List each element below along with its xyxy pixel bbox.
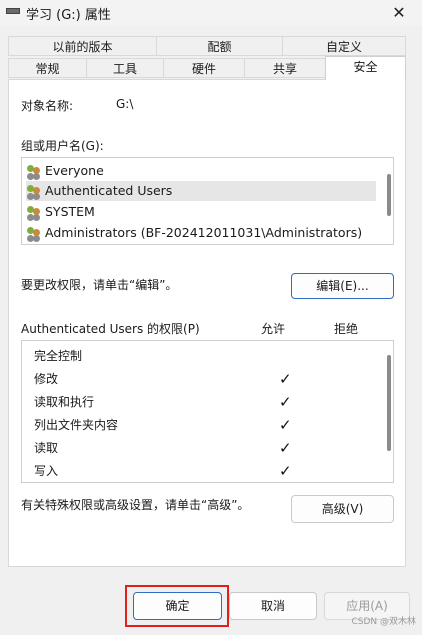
permission-name: 读取 xyxy=(34,441,59,455)
permission-row: 写入 ✓ xyxy=(34,460,334,482)
watermark: CSDN @双木林 xyxy=(351,617,416,627)
window-title: 学习 (G:) 属性 xyxy=(26,8,111,23)
close-button[interactable]: ✕ xyxy=(376,0,422,26)
permission-name: 写入 xyxy=(34,464,59,478)
users-icon xyxy=(26,205,42,220)
tab-customize[interactable]: 自定义 xyxy=(282,36,406,56)
edit-button[interactable]: 编辑(E)... xyxy=(291,273,394,299)
deny-header: 拒绝 xyxy=(334,322,359,336)
groups-scrollbar[interactable] xyxy=(387,174,391,216)
permission-row: 读取 ✓ xyxy=(34,437,334,459)
permission-row: 列出文件夹内容 ✓ xyxy=(34,414,334,436)
title-bar: 学习 (G:) 属性 ✕ xyxy=(0,0,422,26)
permissions-listbox[interactable]: 完全控制 修改 ✓ 读取和执行 ✓ 列出文件夹内容 ✓ 读取 ✓ 写入 ✓ xyxy=(21,340,394,483)
groups-listbox[interactable]: Everyone Authenticated Users SYSTEM Admi… xyxy=(21,157,394,245)
permission-name: 读取和执行 xyxy=(34,395,95,409)
allow-check-icon: ✓ xyxy=(279,462,292,480)
permission-row: 修改 ✓ xyxy=(34,368,334,390)
permissions-label: Authenticated Users 的权限(P) xyxy=(21,322,200,336)
permission-name: 列出文件夹内容 xyxy=(34,418,119,432)
tab-hardware[interactable]: 硬件 xyxy=(163,58,245,78)
permission-name: 完全控制 xyxy=(34,349,83,363)
groups-label: 组或用户名(G): xyxy=(21,139,104,153)
permissions-scrollbar[interactable] xyxy=(387,355,391,451)
tab-previous-versions[interactable]: 以前的版本 xyxy=(8,36,157,56)
security-panel: 对象名称: G:\ 组或用户名(G): Everyone Authenticat… xyxy=(8,79,406,567)
list-item-everyone[interactable]: Everyone xyxy=(26,161,376,181)
tab-tools[interactable]: 工具 xyxy=(86,58,164,78)
list-item-label: Administrators (BF-202412011031\Administ… xyxy=(45,225,363,240)
object-name-value: G:\ xyxy=(116,97,134,111)
list-item-system[interactable]: SYSTEM xyxy=(26,202,376,222)
allow-header: 允许 xyxy=(261,322,286,336)
allow-check-icon: ✓ xyxy=(279,370,292,388)
allow-check-icon: ✓ xyxy=(279,393,292,411)
ok-button-highlight xyxy=(125,585,229,627)
list-item-authenticated-users[interactable]: Authenticated Users xyxy=(26,181,376,201)
list-item-label: Authenticated Users xyxy=(45,183,173,198)
users-icon xyxy=(26,226,42,241)
users-icon xyxy=(26,184,42,199)
advanced-button[interactable]: 高级(V) xyxy=(291,495,394,523)
list-item-label: Everyone xyxy=(45,163,104,178)
change-permissions-hint: 要更改权限，请单击“编辑”。 xyxy=(21,278,178,292)
cancel-button[interactable]: 取消 xyxy=(229,592,317,620)
tab-security[interactable]: 安全 xyxy=(325,56,406,80)
permission-row: 完全控制 xyxy=(34,345,82,367)
tab-quota[interactable]: 配额 xyxy=(156,36,283,56)
tab-general[interactable]: 常规 xyxy=(8,58,87,78)
object-name-label: 对象名称: xyxy=(21,99,74,113)
permission-row: 读取和执行 ✓ xyxy=(34,391,334,413)
tab-sharing[interactable]: 共享 xyxy=(244,58,326,78)
drive-icon xyxy=(6,8,20,14)
advanced-hint: 有关特殊权限或高级设置，请单击“高级”。 xyxy=(21,498,250,512)
list-item-label: SYSTEM xyxy=(45,204,95,219)
permission-name: 修改 xyxy=(34,372,59,386)
allow-check-icon: ✓ xyxy=(279,416,292,434)
allow-check-icon: ✓ xyxy=(279,439,292,457)
list-item-administrators[interactable]: Administrators (BF-202412011031\Administ… xyxy=(26,223,376,243)
users-icon xyxy=(26,164,42,179)
